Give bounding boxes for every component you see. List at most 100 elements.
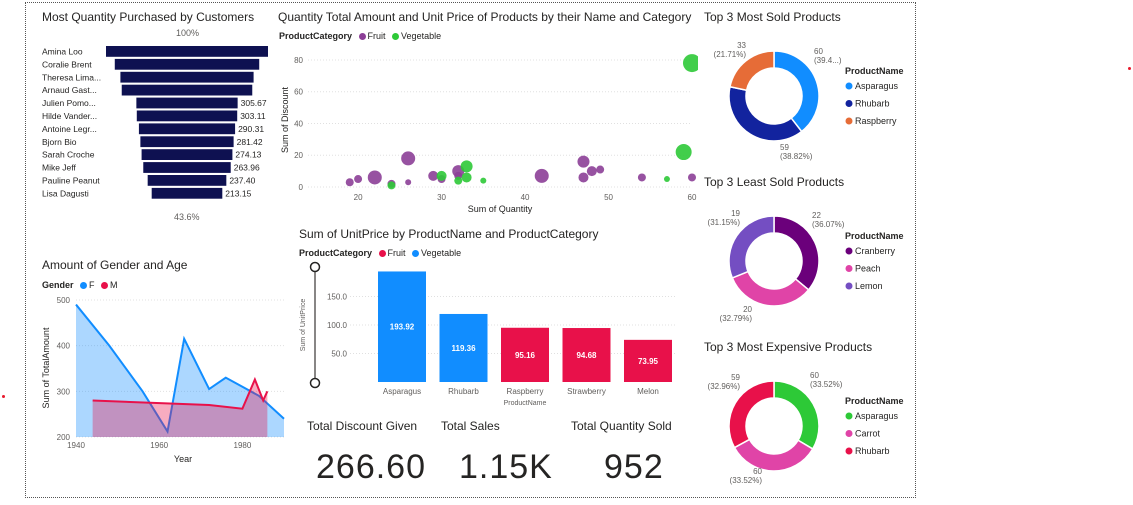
funnel-category-label: Coralie Brent — [42, 59, 92, 69]
funnel-bar — [143, 162, 231, 173]
area-y-tick: 400 — [57, 342, 71, 351]
range-slider[interactable] — [309, 261, 321, 389]
funnel-bottom-pct: 43.6% — [174, 212, 200, 222]
bar-category-label: Rhubarb — [448, 387, 479, 396]
scatter-legend: ProductCategory Fruit Vegetable — [279, 31, 441, 41]
scatter-legend-fruit: Fruit — [367, 31, 386, 41]
donut-slice — [773, 50, 820, 133]
scatter-x-tick: 60 — [688, 193, 697, 202]
donut2-chart[interactable]: 22(36.07%) 20(32.79%) 19(31.15%) ProductNam… — [700, 201, 910, 331]
kpi-sales-value: 1.15K — [459, 448, 553, 486]
donut-legend-item: Peach — [855, 264, 881, 274]
scatter-point — [688, 173, 696, 182]
funnel-category-label: Sarah Croche — [42, 150, 95, 160]
unitprice-bar-chart[interactable]: Sum of UnitPrice 50.0 100.0 150.0 193.92 Aspa… — [296, 260, 696, 410]
donut-legend-marker — [845, 100, 853, 107]
scatter-y-tick: 40 — [294, 119, 303, 128]
funnel-chart[interactable]: Amina Loo Coralie Brent Theresa Lima... Arn… — [40, 40, 290, 210]
scatter-point — [637, 173, 646, 182]
donut-legend-marker — [845, 412, 853, 420]
donut3-chart[interactable]: 60(33.52%)60(33.52%)59(32.96%)ProductNam… — [700, 366, 910, 496]
funnel-category-label: Theresa Lima... — [42, 72, 101, 82]
bar-category-label: Raspberry — [507, 387, 544, 396]
scatter-point — [461, 172, 472, 183]
funnel-value-label: 281.42 — [237, 137, 263, 147]
scatter-point — [480, 177, 487, 184]
donut-legend-item: Rhubarb — [855, 446, 890, 456]
funnel-bar — [151, 187, 223, 199]
scatter-point — [675, 144, 692, 161]
kpi-qty-value: 952 — [604, 448, 664, 486]
scatter-x-tick: 20 — [354, 193, 363, 202]
kpi-discount-label: Total Discount Given — [307, 419, 418, 433]
donut-value-label: 59 — [780, 143, 789, 152]
donut-legend-item: Asparagus — [855, 81, 899, 91]
donut-legend-title: ProductName — [845, 231, 904, 241]
bar-legend-fruit: Fruit — [387, 248, 406, 258]
funnel-bar — [141, 149, 233, 160]
fruit-legend-marker — [358, 33, 366, 40]
funnel-category-label: Arnaud Gast... — [42, 85, 97, 95]
vegetable-legend-marker — [412, 250, 420, 257]
bar-y-tick: 100.0 — [327, 321, 348, 330]
funnel-value-label: 290.31 — [238, 124, 264, 134]
donut-legend-marker — [845, 247, 853, 255]
scatter-point — [454, 176, 463, 185]
funnel-category-label: Mike Jeff — [42, 163, 76, 173]
vegetable-legend-marker — [392, 33, 400, 40]
donut1-title: Top 3 Most Sold Products — [704, 10, 841, 24]
bar-y-label: Sum of UnitPrice — [300, 299, 307, 352]
scatter-legend-label: ProductCategory — [279, 31, 353, 41]
donut-value-label: 60 — [814, 47, 823, 56]
donut-value-label: 33 — [737, 41, 746, 50]
bar-category-label: Asparagus — [383, 387, 421, 396]
donut-pct-label: (38.82%) — [780, 152, 813, 161]
scatter-point — [367, 170, 382, 185]
scatter-point — [534, 168, 549, 183]
funnel-bar — [136, 97, 238, 109]
funnel-category-label: Antoine Legr... — [42, 124, 97, 134]
slider-top-handle[interactable] — [309, 261, 321, 273]
scatter-point — [460, 160, 473, 173]
donut-value-label: 60 — [753, 467, 762, 476]
funnel-category-label: Hilde Vander... — [42, 111, 97, 121]
donut-legend-item: Lemon — [855, 281, 883, 291]
funnel-bar — [121, 84, 253, 96]
donut-pct-label: (32.79%) — [720, 314, 753, 323]
scatter-point — [345, 178, 354, 187]
scatter-y-tick: 20 — [294, 151, 303, 160]
funnel-category-label: Pauline Peanut — [42, 176, 100, 186]
slider-bottom-handle[interactable] — [309, 377, 321, 389]
funnel-value-label: 274.13 — [235, 150, 261, 160]
bar-y-tick: 50.0 — [331, 350, 347, 359]
funnel-bar — [114, 58, 260, 70]
funnel-bar — [140, 136, 234, 148]
bar-value-label: 94.68 — [576, 351, 597, 360]
donut-legend-marker — [845, 447, 853, 455]
funnel-bar — [138, 123, 236, 135]
scatter-y-tick: 60 — [294, 88, 303, 97]
funnel-category-label: Lisa Dagusti — [42, 188, 89, 198]
donut-value-label: 19 — [731, 209, 740, 218]
donut1-chart[interactable]: 60(39.4...) 59(38.82%) 33(21.71%) ProductNa… — [700, 36, 910, 166]
scatter-x-tick: 50 — [604, 193, 613, 202]
bar-value-label: 193.92 — [390, 323, 415, 332]
gender-area-chart[interactable]: 2003004005001940 1960 1980YearSum of Total… — [40, 292, 290, 467]
scatter-point — [663, 176, 670, 183]
scatter-point — [401, 151, 416, 166]
scatter-y-tick: 80 — [294, 56, 303, 65]
donut-legend-title: ProductName — [845, 396, 904, 406]
donut3-title: Top 3 Most Expensive Products — [704, 340, 873, 354]
donut-legend-item: Asparagus — [855, 411, 899, 421]
area-y-tick: 500 — [57, 296, 71, 305]
gender-legend-label: Gender — [42, 280, 74, 290]
scatter-chart[interactable]: 0 20 40 60 80 20 30 40 50 60 Sum of Quantity Sum of… — [278, 44, 698, 219]
donut-value-label: 60 — [810, 371, 819, 380]
bar-legend: ProductCategory Fruit Vegetable — [299, 248, 461, 258]
donut-legend-marker — [845, 117, 853, 125]
area-x-tick: 1980 — [234, 441, 252, 450]
scatter-point — [596, 165, 605, 174]
funnel-value-label: 305.67 — [241, 98, 267, 108]
donut-legend-item: Carrot — [855, 429, 881, 439]
red-marker — [1128, 67, 1131, 70]
